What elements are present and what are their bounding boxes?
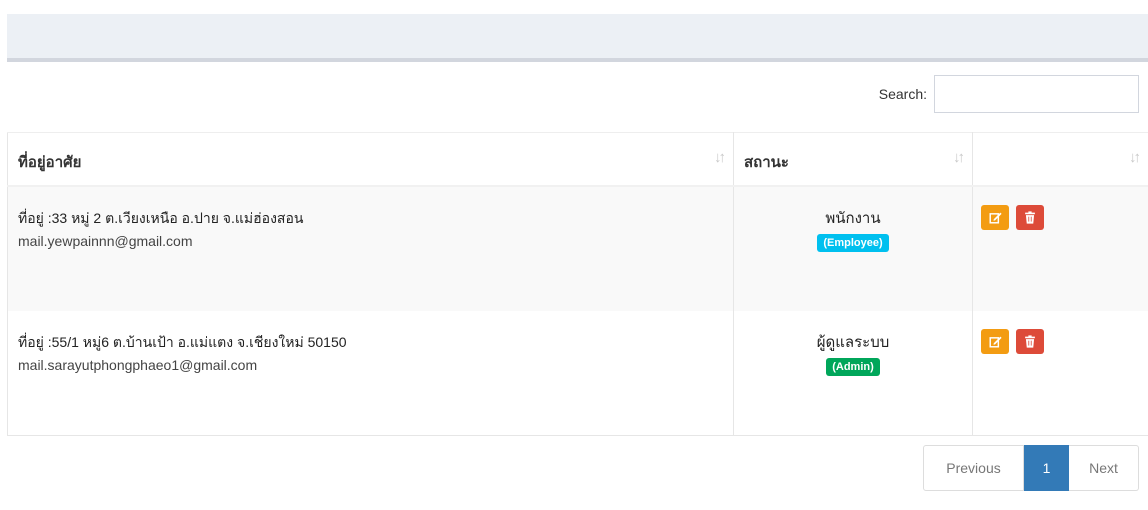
email-text: mail.yewpainnn@gmail.com bbox=[18, 233, 193, 249]
status-text: ผู้ดูแลระบบ bbox=[816, 334, 890, 351]
table-header-row: ที่อยู่อาศัย ↓↑ สถานะ ↓↑ ↓↑ bbox=[7, 132, 1148, 187]
column-header-address-label: ที่อยู่อาศัย bbox=[18, 154, 82, 171]
address-cell: ที่อยู่ :33 หมู่ 2 ต.เวียงเหนือ อ.ปาย จ.… bbox=[7, 186, 734, 311]
sort-icon[interactable]: ↓↑ bbox=[953, 149, 965, 166]
edit-button[interactable] bbox=[981, 329, 1009, 354]
address-text: ที่อยู่ :33 หมู่ 2 ต.เวียงเหนือ อ.ปาย จ.… bbox=[18, 210, 304, 226]
actions-cell bbox=[972, 311, 1148, 436]
status-text: พนักงาน bbox=[825, 210, 881, 227]
search-area: Search: bbox=[879, 75, 1139, 113]
table-row: ที่อยู่ :33 หมู่ 2 ต.เวียงเหนือ อ.ปาย จ.… bbox=[7, 186, 1148, 311]
next-page-button[interactable]: Next bbox=[1069, 445, 1139, 491]
data-table: ที่อยู่อาศัย ↓↑ สถานะ ↓↑ ↓↑ ที่อยู่ :33 … bbox=[7, 132, 1148, 436]
search-label: Search: bbox=[878, 86, 927, 102]
edit-icon bbox=[988, 336, 1002, 348]
top-header-bar bbox=[7, 14, 1148, 62]
actions-cell bbox=[972, 186, 1148, 311]
status-badge: (Admin) bbox=[826, 358, 880, 376]
sort-icon[interactable]: ↓↑ bbox=[1129, 149, 1141, 166]
trash-icon bbox=[1025, 335, 1036, 348]
delete-button[interactable] bbox=[1016, 329, 1045, 354]
column-header-status-label: สถานะ bbox=[744, 154, 789, 171]
edit-icon bbox=[988, 212, 1002, 224]
status-badge: (Employee) bbox=[817, 234, 889, 252]
page-1-button[interactable]: 1 bbox=[1024, 445, 1069, 491]
previous-page-button[interactable]: Previous bbox=[923, 445, 1024, 491]
pagination: Previous 1 Next bbox=[923, 445, 1139, 491]
edit-button[interactable] bbox=[981, 205, 1009, 230]
status-cell: ผู้ดูแลระบบ (Admin) bbox=[733, 311, 973, 436]
column-header-address[interactable]: ที่อยู่อาศัย ↓↑ bbox=[7, 132, 734, 187]
column-header-status[interactable]: สถานะ ↓↑ bbox=[733, 132, 973, 187]
delete-button[interactable] bbox=[1016, 205, 1045, 230]
search-input[interactable] bbox=[934, 75, 1139, 113]
table-row: ที่อยู่ :55/1 หมู่6 ต.บ้านเป้า อ.แม่แตง … bbox=[7, 311, 1148, 436]
address-text: ที่อยู่ :55/1 หมู่6 ต.บ้านเป้า อ.แม่แตง … bbox=[18, 334, 347, 350]
status-cell: พนักงาน (Employee) bbox=[733, 186, 973, 311]
address-cell: ที่อยู่ :55/1 หมู่6 ต.บ้านเป้า อ.แม่แตง … bbox=[7, 311, 734, 436]
trash-icon bbox=[1025, 211, 1036, 224]
email-text: mail.sarayutphongphaeo1@gmail.com bbox=[18, 357, 258, 373]
column-header-actions[interactable]: ↓↑ bbox=[972, 132, 1148, 187]
sort-icon[interactable]: ↓↑ bbox=[714, 149, 726, 166]
